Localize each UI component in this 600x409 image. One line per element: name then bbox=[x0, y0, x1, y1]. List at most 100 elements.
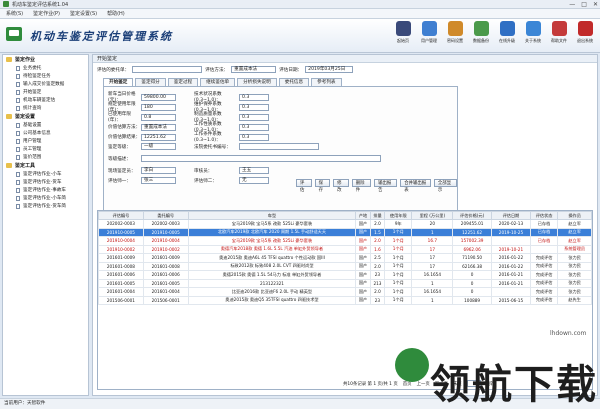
table-row[interactable]: 201601-0008 201601-0008 标致2012款 标致408 2.0L… bbox=[98, 261, 592, 271]
col-header[interactable]: 评估日期 bbox=[490, 211, 531, 220]
inspector-select[interactable]: 李白 bbox=[141, 167, 176, 174]
task-select[interactable] bbox=[132, 66, 203, 73]
sidebar-item[interactable]: 机动车辆鉴定估 bbox=[3, 96, 88, 104]
col-header[interactable]: 评估价格(元) bbox=[452, 211, 492, 220]
sidebar-item[interactable]: 鉴定评估作业-事故车 bbox=[3, 186, 88, 194]
tech-factor-select[interactable]: 0.3 bbox=[239, 93, 269, 101]
merge-export-button[interactable]: 合并输出报表 bbox=[400, 179, 431, 193]
edit-button[interactable]: 修改 bbox=[333, 179, 349, 193]
tab-score[interactable]: 鉴定得分 bbox=[135, 78, 166, 86]
toolbar-help[interactable]: 帮助文件 bbox=[548, 21, 570, 44]
sidebar-item[interactable]: 鉴价范围 bbox=[3, 153, 88, 161]
tab-continue[interactable]: 继续鉴估单 bbox=[200, 78, 236, 86]
toolbar-start-page[interactable]: 起始页 bbox=[392, 21, 414, 44]
evaluate-button[interactable]: 评估 bbox=[296, 179, 312, 193]
table-cell: 1 bbox=[411, 295, 454, 305]
col-header[interactable]: 使用年限 bbox=[384, 211, 413, 220]
document-icon bbox=[16, 65, 20, 71]
used-years-input[interactable]: 0.8 bbox=[141, 113, 176, 121]
col-header[interactable]: 评估编号 bbox=[98, 211, 144, 220]
work-nature-factor-select[interactable]: 0.3 bbox=[239, 123, 269, 131]
sidebar-item[interactable]: 业务委托 bbox=[3, 64, 88, 72]
new-car-price-input[interactable]: 59800.00 bbox=[141, 93, 176, 101]
maintenance-factor-select[interactable]: 0.3 bbox=[239, 103, 269, 111]
sidebar-item[interactable]: 员工管理 bbox=[3, 145, 88, 153]
document-icon bbox=[16, 97, 20, 103]
table-row[interactable]: 201910-0002 201910-0002 奥德汽车2018款 奥德 1.6L … bbox=[98, 244, 592, 254]
tab-start[interactable]: 开始鉴定 bbox=[103, 78, 134, 86]
tab-client[interactable]: 委托信息 bbox=[278, 78, 310, 86]
sidebar-group-settings[interactable]: 鉴定设置 bbox=[3, 112, 88, 121]
tab-loss[interactable]: 分析损失说明 bbox=[237, 78, 277, 86]
estimate-method-input[interactable]: 重置成本法 bbox=[141, 123, 176, 131]
table-row[interactable]: 201601-0006 201601-0006 奥德2015款 奥德 1.5L 54… bbox=[98, 270, 592, 280]
minimize-icon[interactable]: — bbox=[569, 1, 575, 8]
appraiser1-select[interactable]: 张三 bbox=[141, 177, 176, 184]
method-select[interactable]: 重置成本法 bbox=[231, 66, 277, 73]
col-header[interactable]: 车型 bbox=[187, 211, 357, 220]
table-row[interactable]: 201910-0004 201910-0004 宝马2019款 宝马5系 改款 52… bbox=[98, 236, 592, 246]
table-cell: 完成评估 bbox=[529, 295, 559, 305]
delete-button[interactable]: 删除件 bbox=[351, 179, 372, 193]
table-row[interactable]: 202002-0003 202002-0003 宝马2019款 宝马5系 改款 52… bbox=[98, 219, 592, 229]
col-header[interactable]: 排量 bbox=[369, 211, 386, 220]
grade-input[interactable]: 一级 bbox=[141, 143, 176, 150]
table-row[interactable]: 201601-0009 201601-0009 奥迪2015款 奥迪A6L 45 T… bbox=[98, 253, 592, 263]
quality-factor-select[interactable]: 0.3 bbox=[239, 113, 269, 121]
menu-settings[interactable]: 鉴定设置(S) bbox=[70, 10, 97, 17]
tab-reference[interactable]: 参考列表 bbox=[311, 78, 342, 86]
menu-appraisal[interactable]: 鉴定作业(P) bbox=[33, 10, 60, 17]
show-all-button[interactable]: 全部显示 bbox=[433, 179, 458, 193]
col-header[interactable]: 里程 (万公里) bbox=[411, 211, 454, 220]
table-cell: 201910-0004 bbox=[98, 236, 144, 246]
estimate-result-input[interactable]: 12251.62 bbox=[141, 133, 176, 141]
sidebar-item[interactable]: 输入成交价鉴定数据 bbox=[3, 80, 88, 88]
menu-help[interactable]: 帮助(H) bbox=[107, 10, 125, 17]
sidebar-item[interactable]: 用户管理 bbox=[3, 137, 88, 145]
court-number-input[interactable] bbox=[239, 143, 319, 150]
reviewer-select[interactable]: 王五 bbox=[239, 167, 269, 174]
table-row[interactable]: 201506-0001 201506-0001 奥迪2015款 奥迪Q5 35TFS… bbox=[98, 295, 592, 305]
table-cell: 201910-0005 bbox=[142, 227, 189, 237]
maximize-icon[interactable]: □ bbox=[581, 1, 587, 8]
toolbar-backup[interactable]: 数据备份 bbox=[470, 21, 492, 44]
date-picker[interactable]: 2019年03月25日 bbox=[305, 66, 354, 73]
table-cell: 12251.62 bbox=[452, 227, 492, 237]
toolbar-about[interactable]: 关于系统 bbox=[522, 21, 544, 44]
sidebar-item[interactable]: 鉴定评估作业-小车 bbox=[3, 170, 88, 178]
table-cell: 9年 bbox=[384, 219, 413, 229]
col-header[interactable]: 委托编号 bbox=[142, 211, 189, 220]
appraiser2-select[interactable]: 无 bbox=[239, 177, 269, 184]
close-icon[interactable]: ✕ bbox=[593, 1, 598, 8]
save-button[interactable]: 保存 bbox=[314, 179, 331, 193]
col-header[interactable]: 产地 bbox=[355, 211, 371, 220]
col-header[interactable]: 操作员 bbox=[557, 211, 592, 220]
sidebar-item[interactable]: 鉴定评估作业-货车 bbox=[3, 178, 88, 186]
table-row[interactable]: 201910-0005 201910-0005 北欧汽车2019款 北欧汽车 202… bbox=[98, 227, 592, 237]
service-life-input[interactable]: 180 bbox=[141, 103, 176, 111]
sidebar-group-appraisal[interactable]: 鉴定作业 bbox=[3, 55, 88, 64]
toolbar-exit[interactable]: 退出系统 bbox=[574, 21, 596, 44]
grade-desc-input[interactable] bbox=[141, 155, 381, 162]
sidebar-item[interactable]: 开始鉴定 bbox=[3, 88, 88, 96]
col-header[interactable]: 评估状态 bbox=[529, 211, 559, 220]
toolbar-password[interactable]: 密码设置 bbox=[444, 21, 466, 44]
table-cell: 张力民 bbox=[557, 261, 592, 271]
export-report-button[interactable]: 输出报告 bbox=[374, 179, 398, 193]
sidebar-group-tools[interactable]: 鉴定工具 bbox=[3, 161, 88, 170]
sidebar-item[interactable]: 公司基本信息 bbox=[3, 129, 88, 137]
sidebar-item[interactable]: 待检鉴定任务 bbox=[3, 72, 88, 80]
sidebar: 鉴定作业 业务委托 待检鉴定任务 输入成交价鉴定数据 开始鉴定 机动车辆鉴定估 … bbox=[2, 54, 89, 396]
sidebar-item[interactable]: 鉴定评估作业-小车简 bbox=[3, 194, 88, 202]
table-row[interactable]: 201601-0004 201601-0004 比亚迪2016款 比亚迪F6 2.0… bbox=[98, 287, 592, 297]
toolbar-upgrade[interactable]: 在线升级 bbox=[496, 21, 518, 44]
table-row[interactable]: 201601-0005 201601-0005 213122321 国产 213 1个月 1… bbox=[98, 278, 592, 288]
tab-process[interactable]: 鉴定过程 bbox=[167, 78, 199, 86]
sidebar-item[interactable]: 基础设置 bbox=[3, 121, 88, 129]
table-cell: 已存档 bbox=[529, 227, 559, 237]
menu-system[interactable]: 系统(S) bbox=[6, 10, 23, 17]
sidebar-item[interactable]: 统计查询 bbox=[3, 104, 88, 112]
work-condition-factor-select[interactable]: 0.3 bbox=[239, 133, 269, 141]
toolbar-user-manage[interactable]: 用户管理 bbox=[418, 21, 440, 44]
sidebar-item[interactable]: 鉴定评估作业-货车简 bbox=[3, 202, 88, 210]
